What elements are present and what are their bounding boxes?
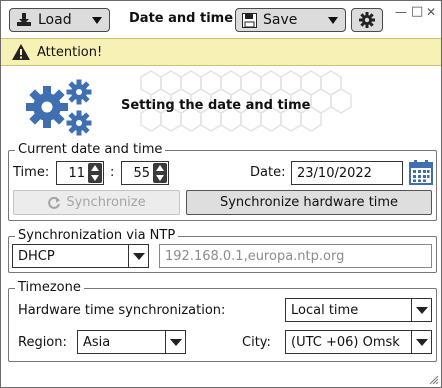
hw-sync-select[interactable]: Local time <box>285 298 432 322</box>
hw-sync-value: Local time <box>291 302 359 318</box>
minimize-icon[interactable]: — <box>395 5 407 19</box>
load-dropdown-icon[interactable] <box>92 17 102 24</box>
hours-value: 11 <box>68 165 85 181</box>
time-separator: : <box>110 165 115 180</box>
settings-button[interactable] <box>351 8 383 32</box>
refresh-icon <box>48 196 61 209</box>
load-button[interactable]: Load <box>9 8 110 32</box>
warning-icon <box>12 44 30 60</box>
header-title: Setting the date and time <box>121 98 311 113</box>
header: Setting the date and time <box>1 67 441 141</box>
calendar-icon[interactable] <box>409 160 433 185</box>
gears-icon <box>26 79 92 136</box>
ntp-servers-placeholder: 192.168.0.1,europa.ntp.org <box>165 248 345 264</box>
hw-sync-dropdown-icon[interactable] <box>411 299 431 321</box>
city-select[interactable]: (UTC +06) Omsk <box>285 330 432 354</box>
date-value: 23/10/2022 <box>297 165 372 181</box>
resize-grip-icon[interactable] <box>427 373 439 385</box>
floppy-disk-icon <box>242 12 257 28</box>
current-datetime-group: Current date and time Time: 11 : 55 Date… <box>8 142 437 221</box>
ntp-group: Synchronization via NTP DHCP 192.168.0.1… <box>8 228 437 273</box>
window-title: Date and time <box>129 11 234 26</box>
gear-icon <box>359 12 375 28</box>
hours-spinner[interactable]: 11 <box>56 161 104 185</box>
minutes-spinner[interactable]: 55 <box>121 161 169 185</box>
city-dropdown-icon[interactable] <box>411 331 431 353</box>
save-label: Save <box>263 12 298 28</box>
hours-stepper-icon[interactable] <box>88 163 102 183</box>
date-field[interactable]: 23/10/2022 <box>291 161 403 185</box>
attention-bar: Attention! <box>1 38 441 66</box>
timezone-group: Timezone Hardware time synchronization: … <box>8 280 437 362</box>
save-button[interactable]: Save <box>235 8 346 32</box>
city-label: City: <box>242 335 271 350</box>
current-datetime-legend: Current date and time <box>15 142 166 157</box>
date-label: Date: <box>250 165 286 180</box>
region-label: Region: <box>18 335 67 350</box>
region-value: Asia <box>83 334 111 350</box>
ntp-legend: Synchronization via NTP <box>15 228 179 243</box>
maximize-icon[interactable]: □ <box>411 4 423 19</box>
synchronize-label: Synchronize <box>66 195 146 210</box>
window: Load Date and time Save — □ ✕ Attention!… <box>0 0 442 388</box>
load-label: Load <box>38 12 72 28</box>
ntp-servers-input[interactable]: 192.168.0.1,europa.ntp.org <box>159 244 432 268</box>
hw-sync-label: Hardware time synchronization: <box>18 303 226 318</box>
timezone-legend: Timezone <box>15 280 84 295</box>
attention-text: Attention! <box>37 44 103 60</box>
ntp-mode-select[interactable]: DHCP <box>12 244 149 268</box>
region-dropdown-icon[interactable] <box>165 331 185 353</box>
minutes-value: 55 <box>133 165 150 181</box>
minutes-stepper-icon[interactable] <box>153 163 167 183</box>
time-label: Time: <box>13 165 50 180</box>
synchronize-hardware-time-label: Synchronize hardware time <box>219 195 399 210</box>
download-icon <box>17 13 31 26</box>
synchronize-hardware-time-button[interactable]: Synchronize hardware time <box>186 190 432 215</box>
ntp-mode-value: DHCP <box>18 248 55 264</box>
title-bar: Load Date and time Save — □ ✕ <box>1 1 441 37</box>
ntp-mode-dropdown-icon[interactable] <box>128 245 148 267</box>
close-icon[interactable]: ✕ <box>426 5 436 19</box>
save-dropdown-icon[interactable] <box>328 17 338 24</box>
city-value: (UTC +06) Omsk <box>291 334 400 350</box>
synchronize-button[interactable]: Synchronize <box>13 190 180 215</box>
region-select[interactable]: Asia <box>77 330 186 354</box>
